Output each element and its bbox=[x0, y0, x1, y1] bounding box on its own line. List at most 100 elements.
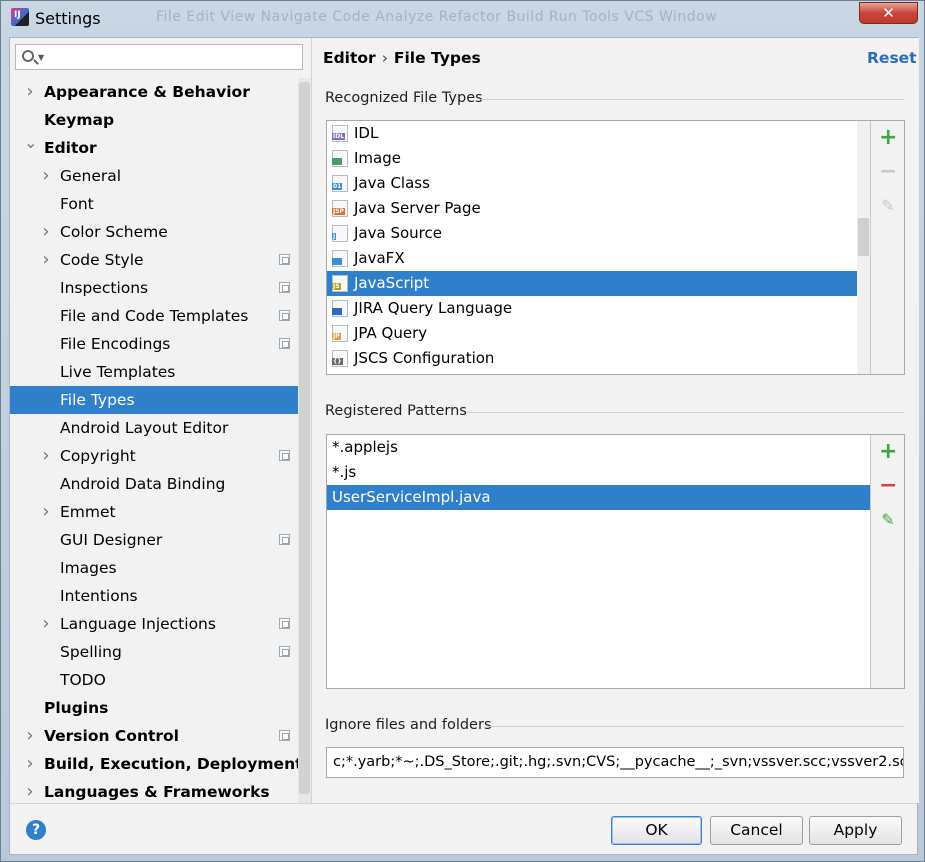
chevron-down-icon[interactable]: ⌄ bbox=[24, 129, 37, 157]
chevron-right-icon[interactable]: › bbox=[24, 750, 36, 778]
sidebar-item-file-encodings[interactable]: File Encodings bbox=[10, 330, 311, 358]
pattern-item[interactable]: *.js bbox=[327, 460, 870, 485]
sidebar-item-label: Language Injections bbox=[60, 615, 216, 633]
sidebar-item-language-injections[interactable]: › Language Injections bbox=[10, 610, 311, 638]
sidebar-item-inspections[interactable]: Inspections bbox=[10, 274, 311, 302]
file-type-label: Java Server Page bbox=[354, 199, 481, 217]
search-field[interactable]: ▼ bbox=[15, 44, 303, 70]
recognized-list-scrollbar-thumb[interactable] bbox=[858, 218, 869, 256]
sidebar-item-label: Font bbox=[60, 195, 94, 213]
file-type-item[interactable]: JavaFX bbox=[327, 246, 857, 271]
chevron-right-icon[interactable]: › bbox=[40, 246, 52, 274]
remove-pattern-icon[interactable]: − bbox=[879, 475, 897, 497]
sidebar-item-todo[interactable]: TODO bbox=[10, 666, 311, 694]
recognized-file-types-label: Recognized File Types bbox=[325, 90, 483, 106]
sidebar-item-label: File and Code Templates bbox=[60, 307, 249, 325]
edit-pattern-icon[interactable]: ✎ bbox=[879, 511, 897, 529]
pattern-label: UserServiceImpl.java bbox=[332, 488, 491, 506]
search-dropdown-icon[interactable]: ▼ bbox=[38, 53, 44, 62]
project-settings-icon bbox=[279, 310, 290, 321]
chevron-right-icon[interactable]: › bbox=[24, 722, 36, 750]
search-icon bbox=[22, 50, 34, 62]
sidebar-item-copyright[interactable]: › Copyright bbox=[10, 442, 311, 470]
sidebar-item-color-scheme[interactable]: › Color Scheme bbox=[10, 218, 311, 246]
file-type-item[interactable]: JP JPA Query bbox=[327, 321, 857, 346]
javafx-file-icon bbox=[332, 250, 348, 267]
cancel-button[interactable]: Cancel bbox=[710, 816, 803, 845]
file-type-badge: 01 bbox=[332, 183, 343, 190]
sidebar-item-version-control[interactable]: › Version Control bbox=[10, 722, 311, 750]
close-button[interactable]: ✕ bbox=[859, 2, 918, 24]
sidebar-item-intentions[interactable]: Intentions bbox=[10, 582, 311, 610]
jpa-query-icon: JP bbox=[332, 325, 348, 342]
sidebar-item-plugins[interactable]: Plugins bbox=[10, 694, 311, 722]
sidebar-item-android-data-binding[interactable]: Android Data Binding bbox=[10, 470, 311, 498]
title-bar[interactable]: Settings File Edit View Navigate Code An… bbox=[1, 1, 924, 37]
sidebar-item-android-layout-editor[interactable]: Android Layout Editor bbox=[10, 414, 311, 442]
sidebar-item-code-style[interactable]: › Code Style bbox=[10, 246, 311, 274]
remove-file-type-icon[interactable]: − bbox=[879, 161, 897, 183]
file-type-item[interactable]: Image bbox=[327, 146, 857, 171]
add-file-type-icon[interactable]: + bbox=[879, 127, 897, 149]
sidebar-scrollbar[interactable] bbox=[298, 78, 311, 803]
javascript-file-icon: JS bbox=[332, 275, 348, 292]
apply-button[interactable]: Apply bbox=[809, 816, 902, 845]
file-type-item[interactable]: IDL IDL bbox=[327, 121, 857, 146]
sidebar-item-font[interactable]: Font bbox=[10, 190, 311, 218]
file-type-item[interactable]: JSP Java Server Page bbox=[327, 196, 857, 221]
file-type-label: JPA Query bbox=[354, 324, 428, 342]
file-type-item[interactable]: JS JavaScript bbox=[327, 271, 857, 296]
sidebar-item-images[interactable]: Images bbox=[10, 554, 311, 582]
sidebar-scrollbar-thumb[interactable] bbox=[299, 82, 310, 794]
sidebar-item-label: Plugins bbox=[44, 699, 109, 717]
ok-button[interactable]: OK bbox=[611, 816, 702, 845]
sidebar-item-appearance-behavior[interactable]: › Appearance & Behavior bbox=[10, 78, 311, 106]
add-pattern-icon[interactable]: + bbox=[879, 441, 897, 463]
pattern-item[interactable]: *.applejs bbox=[327, 435, 870, 460]
section-divider bbox=[481, 99, 904, 100]
file-types-panel: Editor › File Types Reset Recognized File … bbox=[311, 38, 919, 803]
chevron-right-icon[interactable]: › bbox=[24, 78, 36, 106]
reset-link[interactable]: Reset bbox=[867, 49, 917, 67]
sidebar-item-editor[interactable]: ⌄ Editor bbox=[10, 133, 311, 162]
sidebar-item-label: General bbox=[60, 167, 122, 185]
sidebar-item-file-types[interactable]: File Types bbox=[10, 386, 311, 414]
file-type-item[interactable]: JIRA Query Language bbox=[327, 296, 857, 321]
project-settings-icon bbox=[279, 534, 290, 545]
file-type-item[interactable]: J Java Source bbox=[327, 221, 857, 246]
sidebar-item-languages-frameworks[interactable]: › Languages & Frameworks bbox=[10, 778, 311, 806]
sidebar-item-gui-designer[interactable]: GUI Designer bbox=[10, 526, 311, 554]
file-type-label: IDL bbox=[354, 124, 379, 142]
sidebar-item-build-execution-deployment[interactable]: › Build, Execution, Deployment bbox=[10, 750, 311, 778]
chevron-right-icon[interactable]: › bbox=[40, 162, 52, 190]
registered-patterns-list[interactable]: *.applejs *.js UserServiceImpl.java + − ✎ bbox=[326, 434, 905, 689]
file-type-item[interactable]: {} JSCS Configuration bbox=[327, 346, 857, 371]
chevron-right-icon[interactable]: › bbox=[40, 498, 52, 526]
sidebar-item-file-and-code-templates[interactable]: File and Code Templates bbox=[10, 302, 311, 330]
settings-sidebar: ▼ › Appearance & Behavior Keymap ⌄ Editor › Ge… bbox=[10, 38, 311, 803]
ignore-files-input[interactable]: c;*.yarb;*~;.DS_Store;.git;.hg;.svn;CVS;… bbox=[326, 747, 904, 778]
pattern-item[interactable]: UserServiceImpl.java bbox=[327, 485, 870, 510]
sidebar-item-keymap[interactable]: Keymap bbox=[10, 106, 311, 134]
recognized-list-scrollbar[interactable] bbox=[857, 121, 870, 374]
project-settings-icon bbox=[279, 450, 290, 461]
sidebar-item-label: Languages & Frameworks bbox=[44, 783, 270, 801]
project-settings-icon bbox=[279, 618, 290, 629]
chevron-right-icon[interactable]: › bbox=[40, 442, 52, 470]
chevron-right-icon[interactable]: › bbox=[40, 218, 52, 246]
chevron-right-icon[interactable]: › bbox=[24, 778, 36, 806]
sidebar-item-label: Build, Execution, Deployment bbox=[44, 755, 303, 773]
chevron-right-icon[interactable]: › bbox=[40, 610, 52, 638]
help-icon[interactable]: ? bbox=[26, 820, 46, 840]
sidebar-item-live-templates[interactable]: Live Templates bbox=[10, 358, 311, 386]
file-type-item[interactable]: 01 Java Class bbox=[327, 171, 857, 196]
sidebar-item-general[interactable]: › General bbox=[10, 162, 311, 190]
sidebar-item-label: Images bbox=[60, 559, 117, 577]
recognized-file-types-list[interactable]: IDL IDL Image 01 Java Class JSP Java Server Pa… bbox=[326, 120, 905, 375]
project-settings-icon bbox=[279, 254, 290, 265]
sidebar-item-emmet[interactable]: › Emmet bbox=[10, 498, 311, 526]
edit-file-type-icon[interactable]: ✎ bbox=[879, 197, 897, 215]
sidebar-item-label: Color Scheme bbox=[60, 223, 168, 241]
sidebar-item-label: Editor bbox=[44, 139, 97, 157]
sidebar-item-spelling[interactable]: Spelling bbox=[10, 638, 311, 666]
